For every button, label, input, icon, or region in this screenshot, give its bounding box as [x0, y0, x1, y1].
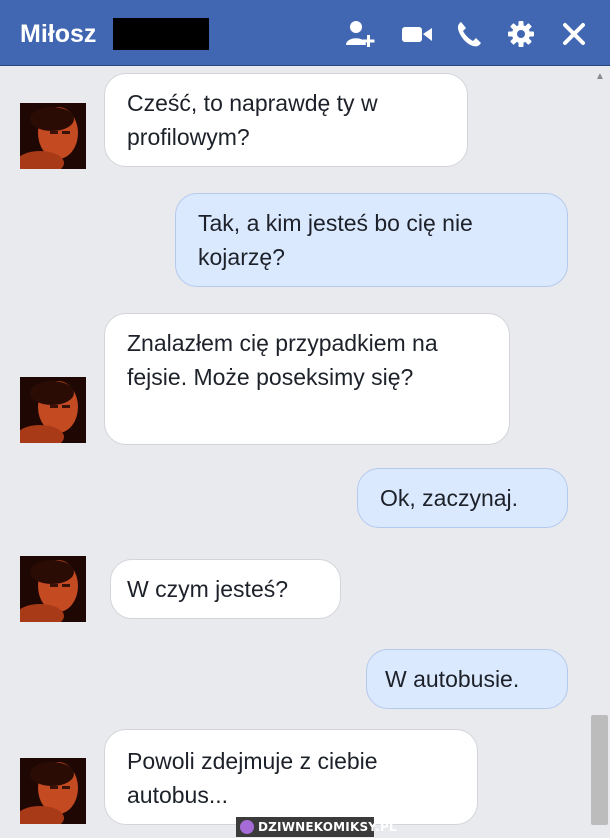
gear-icon[interactable]	[505, 18, 537, 50]
message-list[interactable]	[0, 67, 610, 838]
watermark: DZIWNEKOMIKSY.PL	[236, 817, 397, 837]
avatar[interactable]	[20, 377, 86, 443]
add-friend-icon[interactable]	[343, 18, 375, 50]
redacted-surname-box	[113, 18, 209, 50]
close-icon[interactable]	[558, 18, 590, 50]
message-bubble-outgoing[interactable]: Ok, zaczynaj.	[357, 468, 568, 528]
contact-name[interactable]: Miłosz	[20, 20, 96, 49]
message-bubble-incoming[interactable]: Znalazłem cię przypadkiem na fejsie. Moż…	[104, 313, 510, 445]
chat-header: Miłosz	[0, 0, 610, 66]
message-bubble-incoming[interactable]: W czym jesteś?	[110, 559, 341, 619]
phone-icon[interactable]	[453, 18, 485, 50]
video-camera-icon[interactable]	[399, 18, 432, 50]
avatar[interactable]	[20, 758, 86, 824]
avatar[interactable]	[20, 556, 86, 622]
message-bubble-incoming[interactable]: Powoli zdejmuje z ciebie autobus...	[104, 729, 478, 825]
scroll-up-arrow-icon[interactable]: ▲	[590, 67, 610, 87]
watermark-logo-icon	[240, 820, 254, 834]
avatar[interactable]	[20, 103, 86, 169]
message-bubble-outgoing[interactable]: Tak, a kim jesteś bo cię nie kojarzę?	[175, 193, 568, 287]
message-bubble-incoming[interactable]: Cześć, to naprawdę ty w profilowym?	[104, 73, 468, 167]
scrollbar-thumb[interactable]	[591, 715, 608, 825]
watermark-text: DZIWNEKOMIKSY.PL	[258, 820, 397, 834]
message-bubble-outgoing[interactable]: W autobusie.	[366, 649, 568, 709]
